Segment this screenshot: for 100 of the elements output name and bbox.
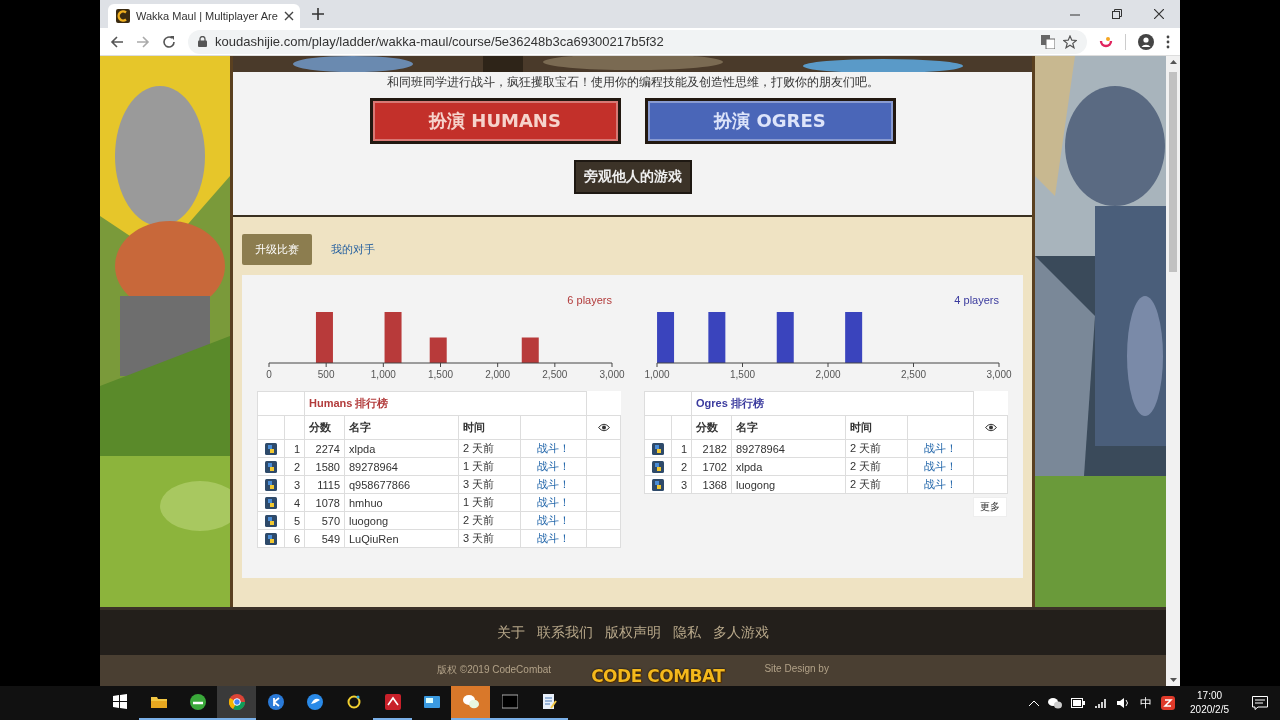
table-cell: 1 [671, 439, 692, 458]
scrollbar-thumb[interactable] [1169, 72, 1177, 272]
code-language-icon [265, 460, 277, 473]
table-cell: 1 天前 [458, 493, 521, 512]
spectate-button[interactable]: 旁观他人的游戏 [573, 160, 692, 194]
chevron-up-icon[interactable] [1029, 700, 1040, 706]
code-language-icon [265, 514, 277, 527]
footer-link[interactable]: 联系我们 [537, 623, 593, 642]
profile-icon[interactable] [1138, 33, 1154, 50]
play-button[interactable]: 扮演 HUMANS [369, 98, 621, 144]
design-credit: Site Design by [764, 663, 829, 674]
axis-tick-label: 2,000 [815, 369, 841, 380]
start-button[interactable] [111, 694, 128, 710]
play-button[interactable]: 扮演 OGRES [644, 98, 896, 144]
table-title: Ogres 排行榜 [691, 391, 974, 416]
translate-icon[interactable] [1041, 34, 1055, 49]
code-language-icon [265, 442, 277, 455]
wifi-icon[interactable] [1094, 697, 1109, 709]
table-cell: 1 天前 [458, 457, 521, 476]
favicon-icon [116, 9, 130, 23]
terminal-icon[interactable] [501, 694, 518, 710]
table-cell: 2 [671, 457, 692, 476]
footer-link[interactable]: 多人游戏 [713, 623, 769, 642]
code-language-icon [652, 442, 664, 455]
scroll-down-icon[interactable] [1169, 678, 1177, 682]
code-language-icon [265, 496, 277, 509]
table-cell: 3 [284, 475, 305, 494]
tab[interactable]: 我的对手 [318, 234, 388, 265]
table-cell: 89278964 [344, 457, 459, 476]
axis-tick-label: 3,000 [599, 369, 625, 380]
table-cell: xlpda [344, 439, 459, 458]
app-icon[interactable] [423, 694, 440, 710]
table-cell: 1078 [304, 493, 345, 512]
eye-icon[interactable] [597, 423, 610, 432]
table-cell: 6 [284, 529, 305, 548]
axis-tick-label: 2,500 [901, 369, 926, 380]
footer-link[interactable]: 版权声明 [605, 623, 661, 642]
folder-icon[interactable] [150, 694, 167, 710]
footer-link[interactable]: 关于 [497, 623, 525, 642]
eye-icon[interactable] [984, 423, 997, 432]
address-bar[interactable]: koudashijie.com/play/ladder/wakka-maul/course/5e36248b3ca69300217b5f32 [188, 29, 1087, 54]
table-cell: 2 天前 [845, 475, 908, 494]
table-cell: 549 [304, 529, 345, 548]
extension-icon[interactable] [1099, 34, 1113, 49]
restore-icon[interactable] [1112, 9, 1122, 19]
footer-link[interactable]: 隐私 [673, 623, 701, 642]
column-header: 分数 [304, 415, 345, 440]
notification-icon[interactable] [1252, 696, 1268, 710]
scrollbar[interactable] [1166, 56, 1180, 686]
app-icon[interactable] [384, 694, 401, 710]
browser-icon[interactable] [228, 694, 245, 710]
more-button[interactable]: 更多 [973, 497, 1007, 517]
axis-tick-label: 1,000 [370, 369, 396, 380]
chart-bar [315, 312, 333, 363]
browser-tab[interactable]: Wakka Maul | Multiplayer Are [108, 4, 300, 28]
table-cell: 2 天前 [458, 511, 521, 530]
chat-icon[interactable] [1048, 697, 1063, 709]
table-cell: 1702 [691, 457, 732, 476]
column-header: 时间 [458, 415, 521, 440]
close-icon[interactable] [1154, 9, 1164, 19]
chart-bar [429, 337, 447, 363]
table-cell: luogong [344, 511, 459, 530]
app-icon[interactable] [345, 694, 362, 710]
close-icon[interactable] [283, 11, 294, 21]
table-cell: q958677866 [344, 475, 459, 494]
input-method-indicator[interactable]: 中 [1140, 694, 1153, 712]
table-cell: 89278964 [731, 439, 846, 458]
chart-bar [708, 312, 726, 363]
table-cell: 2 [284, 457, 305, 476]
tab[interactable]: 升级比赛 [242, 234, 312, 265]
reload-icon[interactable] [162, 34, 176, 49]
app-icon[interactable] [1161, 696, 1176, 710]
table-cell: 3 天前 [458, 475, 521, 494]
menu-icon[interactable] [1166, 34, 1170, 49]
app-icon[interactable] [267, 694, 284, 710]
table-cell: luogong [731, 475, 846, 494]
table-cell: 2182 [691, 439, 732, 458]
star-icon[interactable] [1063, 34, 1077, 49]
chart-bar [776, 312, 794, 363]
browser-icon[interactable] [189, 694, 206, 710]
clock[interactable]: 17:00 2020/2/5 [1190, 689, 1229, 717]
axis-tick-label: 2,500 [542, 369, 568, 380]
chart-bar [384, 312, 402, 363]
axis-tick-label: 1,500 [730, 369, 755, 380]
axis-tick-label: 1,500 [428, 369, 453, 380]
back-icon[interactable] [110, 34, 124, 49]
axis-tick-label: 1,000 [644, 369, 670, 380]
tab-title: Wakka Maul | Multiplayer Are [136, 10, 278, 22]
table-cell: 2 天前 [845, 457, 908, 476]
notepad-icon[interactable] [540, 694, 557, 710]
chart-bar [521, 337, 539, 363]
table-cell: 2274 [304, 439, 345, 458]
chart-title: 6 players [567, 294, 612, 306]
scroll-up-icon[interactable] [1169, 60, 1177, 64]
table-cell: 2 天前 [845, 439, 908, 458]
app-icon[interactable] [306, 694, 323, 710]
new-tab-icon[interactable] [312, 8, 324, 20]
table-cell: hmhuo [344, 493, 459, 512]
battery-icon[interactable] [1071, 698, 1086, 708]
chart-bar [845, 312, 863, 363]
